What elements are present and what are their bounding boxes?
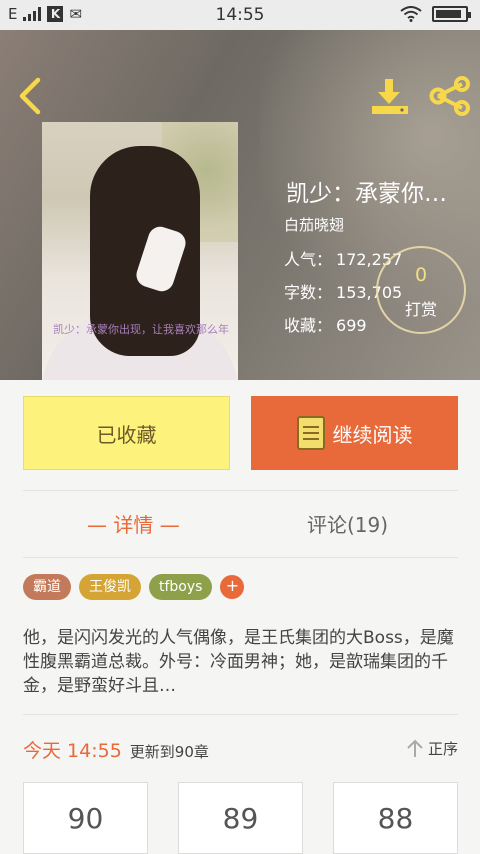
reward-label: 打赏 <box>404 300 437 319</box>
arrow-up-icon <box>407 739 423 757</box>
share-icon[interactable] <box>428 76 472 116</box>
tag-item[interactable]: 霸道 <box>23 574 71 600</box>
tag-item[interactable]: tfboys <box>149 574 213 600</box>
wifi-icon <box>400 6 422 22</box>
update-info: 今天 14:55 更新到90章 <box>23 736 209 763</box>
favorited-label: 已收藏 <box>96 422 157 447</box>
download-icon[interactable] <box>370 76 410 116</box>
sort-order-button[interactable]: 正序 <box>406 738 458 759</box>
continue-reading-label: 继续阅读 <box>332 422 413 447</box>
status-bar: E K ✉ 14:55 <box>0 0 480 30</box>
tag-list: 霸道 王俊凯 tfboys + <box>23 574 245 600</box>
book-description[interactable]: 他，是闪闪发光的人气偶像，是王氏集团的大Boss，是魔性腹黑霸道总裁。外号：冷面… <box>23 626 458 698</box>
book-author[interactable]: 白茄晓翅 <box>284 214 344 235</box>
book-icon <box>296 416 325 450</box>
battery-icon <box>432 6 471 22</box>
update-chapter: 更新到90章 <box>129 743 209 761</box>
back-arrow-icon[interactable] <box>14 76 46 116</box>
tab-comments[interactable]: 评论(19) <box>307 509 388 538</box>
divider <box>23 714 458 715</box>
book-cover-image[interactable]: 凯少：承蒙你出现，让我喜欢那么年 <box>42 122 238 380</box>
sort-order-label: 正序 <box>427 740 458 758</box>
favorited-button[interactable]: 已收藏 <box>23 396 230 470</box>
book-title: 凯少：承蒙你… <box>286 181 447 207</box>
collected-label: 收藏： <box>284 316 333 335</box>
collected-stat: 收藏： 699 <box>284 312 367 336</box>
reward-count: 0 <box>414 264 428 286</box>
status-right <box>400 6 471 22</box>
update-time: 今天 14:55 <box>23 740 122 762</box>
chapter-button[interactable]: 90 <box>23 782 148 854</box>
cover-text: 凯少：承蒙你出现，让我喜欢那么年 <box>53 323 229 336</box>
chapter-button[interactable]: 89 <box>178 782 303 854</box>
chapter-button[interactable]: 88 <box>333 782 458 854</box>
tag-item[interactable]: 王俊凯 <box>79 574 141 600</box>
reward-button[interactable]: 0 打赏 <box>376 246 466 334</box>
chapter-grid: 90 89 88 <box>23 782 458 854</box>
collected-value: 699 <box>336 316 367 335</box>
book-header: 凯少：承蒙你出现，让我喜欢那么年 凯少：承蒙你… 白茄晓翅 人气： 172,257… <box>0 30 480 380</box>
popularity-label: 人气： <box>284 250 333 269</box>
detail-tabs: — 详情 — 评论(19) <box>23 490 458 558</box>
word-count-label: 字数： <box>284 283 333 302</box>
continue-reading-button[interactable]: 继续阅读 <box>251 396 458 470</box>
battery-level <box>436 10 462 18</box>
tab-details[interactable]: — 详情 — <box>87 509 180 538</box>
add-tag-button[interactable]: + <box>220 575 245 599</box>
